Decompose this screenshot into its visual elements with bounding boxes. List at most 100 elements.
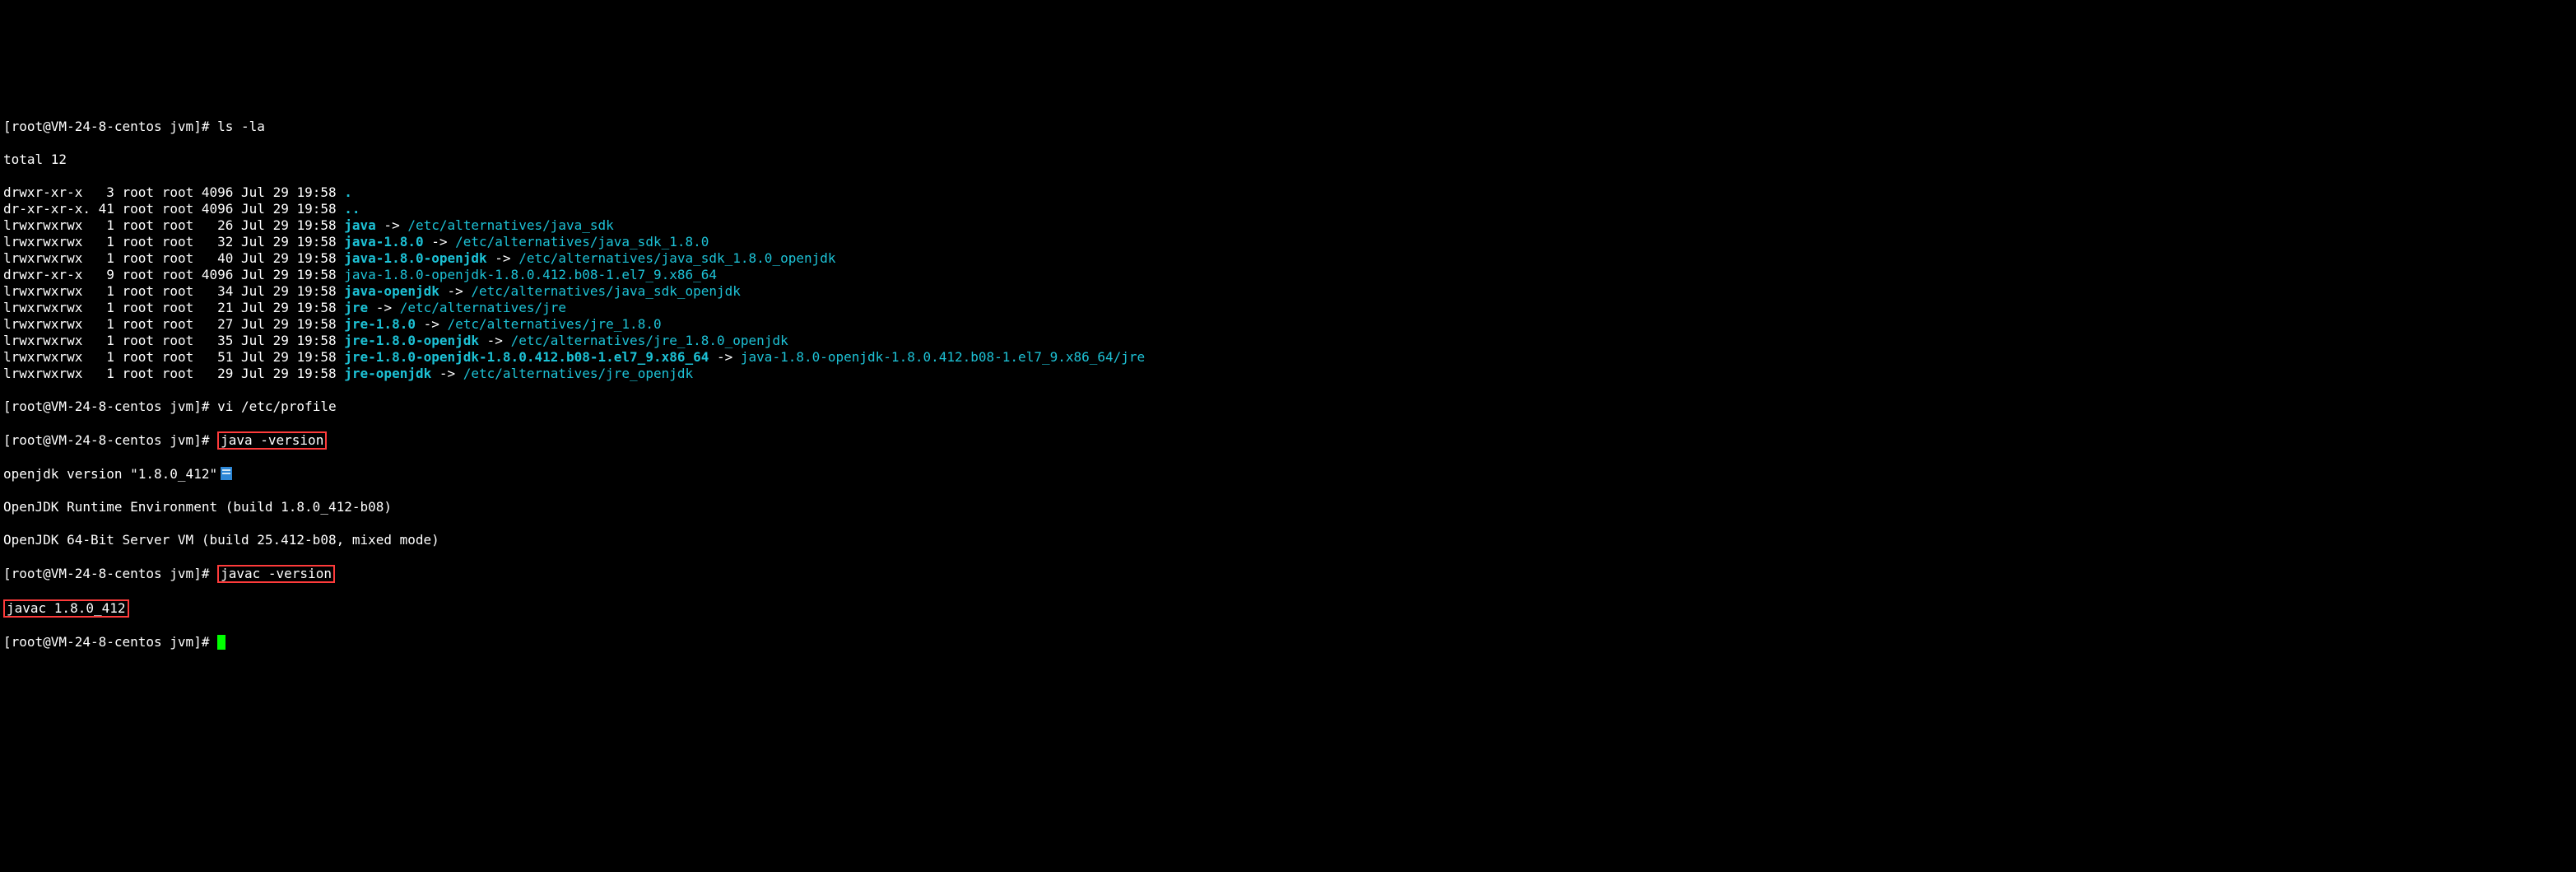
size: 35 (202, 333, 234, 348)
linkcount: 1 (99, 217, 114, 233)
owner: root (123, 300, 155, 315)
symlink-target: /etc/alternatives/java_sdk_1.8.0 (455, 234, 709, 249)
linkcount: 3 (99, 184, 114, 200)
group: root (162, 267, 194, 282)
cmd-line-idle: [root@VM-24-8-centos jvm]# (3, 634, 2576, 651)
perm: lrwxrwxrwx (3, 349, 91, 365)
date: Jul 29 19:58 (241, 184, 337, 200)
ls-entry: lrwxrwxrwx 1 root root 35 Jul 29 19:58 j… (3, 333, 2576, 349)
ls-entry: dr-xr-xr-x. 41 root root 4096 Jul 29 19:… (3, 201, 2576, 217)
filename: java-1.8.0 (344, 234, 423, 249)
perm: dr-xr-xr-x. (3, 201, 91, 217)
size: 4096 (202, 201, 234, 217)
symlink-arrow: -> (424, 234, 456, 249)
owner: root (123, 267, 155, 282)
terminal[interactable]: [root@VM-24-8-centos jvm]# ls -la total … (0, 82, 2576, 667)
symlink-arrow: -> (431, 366, 463, 381)
group: root (162, 316, 194, 332)
filename: . (344, 184, 352, 200)
java-version-line-3: OpenJDK 64-Bit Server VM (build 25.412-b… (3, 532, 2576, 548)
size: 51 (202, 349, 234, 365)
size: 26 (202, 217, 234, 233)
highlight-box: javac -version (217, 565, 335, 583)
cursor-block (217, 635, 226, 650)
owner: root (123, 316, 155, 332)
group: root (162, 184, 194, 200)
date: Jul 29 19:58 (241, 234, 337, 249)
group: root (162, 250, 194, 266)
linkcount: 41 (99, 201, 114, 217)
owner: root (123, 201, 155, 217)
javac-version-output: javac 1.8.0_412 (3, 599, 2576, 618)
filename: jre-1.8.0-openjdk (344, 333, 479, 348)
size: 21 (202, 300, 234, 315)
group: root (162, 333, 194, 348)
symlink-arrow: -> (709, 349, 741, 365)
linkcount: 1 (99, 300, 114, 315)
ls-entry: drwxr-xr-x 3 root root 4096 Jul 29 19:58… (3, 184, 2576, 201)
group: root (162, 283, 194, 299)
date: Jul 29 19:58 (241, 300, 337, 315)
command-text: javac -version (221, 566, 332, 581)
ls-entry: lrwxrwxrwx 1 root root 29 Jul 29 19:58 j… (3, 366, 2576, 382)
group: root (162, 366, 194, 381)
owner: root (123, 234, 155, 249)
ls-entry: lrwxrwxrwx 1 root root 34 Jul 29 19:58 j… (3, 283, 2576, 300)
filename: jre-openjdk (344, 366, 431, 381)
size: 40 (202, 250, 234, 266)
linkcount: 1 (99, 333, 114, 348)
symlink-target: /etc/alternatives/jre_1.8.0_openjdk (511, 333, 788, 348)
cmd-line-java-version: [root@VM-24-8-centos jvm]# java -version (3, 431, 2576, 450)
filename: jre-1.8.0 (344, 316, 416, 332)
perm: lrwxrwxrwx (3, 283, 91, 299)
linkcount: 1 (99, 366, 114, 381)
size: 32 (202, 234, 234, 249)
date: Jul 29 19:58 (241, 283, 337, 299)
filename: java-1.8.0-openjdk (344, 250, 486, 266)
symlink-target: java-1.8.0-openjdk-1.8.0.412.b08-1.el7_9… (741, 349, 1145, 365)
symlink-target: /etc/alternatives/java_sdk_1.8.0_openjdk (518, 250, 835, 266)
owner: root (123, 250, 155, 266)
symlink-target: /etc/alternatives/jre (400, 300, 566, 315)
linkcount: 1 (99, 250, 114, 266)
owner: root (123, 366, 155, 381)
java-version-line-1: openjdk version "1.8.0_412" (3, 466, 2576, 483)
symlink-arrow: -> (376, 217, 408, 233)
page-icon (221, 467, 232, 480)
date: Jul 29 19:58 (241, 201, 337, 217)
ls-entry: lrwxrwxrwx 1 root root 51 Jul 29 19:58 j… (3, 349, 2576, 366)
symlink-target: /etc/alternatives/jre_openjdk (463, 366, 693, 381)
symlink-arrow: -> (479, 333, 511, 348)
highlight-box: java -version (217, 431, 327, 450)
cmd-line-ls: [root@VM-24-8-centos jvm]# ls -la (3, 119, 2576, 135)
prompt: [root@VM-24-8-centos jvm]# (3, 119, 209, 134)
perm: lrwxrwxrwx (3, 250, 91, 266)
perm: lrwxrwxrwx (3, 333, 91, 348)
filename: jre-1.8.0-openjdk-1.8.0.412.b08-1.el7_9.… (344, 349, 709, 365)
filename: .. (344, 201, 360, 217)
date: Jul 29 19:58 (241, 333, 337, 348)
group: root (162, 349, 194, 365)
symlink-arrow: -> (368, 300, 400, 315)
ls-entry: lrwxrwxrwx 1 root root 21 Jul 29 19:58 j… (3, 300, 2576, 316)
symlink-target: /etc/alternatives/java_sdk (407, 217, 613, 233)
cmd-line-javac-version: [root@VM-24-8-centos jvm]# javac -versio… (3, 565, 2576, 583)
perm: drwxr-xr-x (3, 267, 91, 282)
linkcount: 1 (99, 283, 114, 299)
owner: root (123, 283, 155, 299)
group: root (162, 234, 194, 249)
owner: root (123, 217, 155, 233)
command-text: java -version (221, 432, 323, 448)
perm: lrwxrwxrwx (3, 316, 91, 332)
linkcount: 1 (99, 316, 114, 332)
symlink-arrow: -> (439, 283, 472, 299)
filename: java (344, 217, 376, 233)
group: root (162, 300, 194, 315)
date: Jul 29 19:58 (241, 366, 337, 381)
command-text: ls -la (217, 119, 265, 134)
owner: root (123, 184, 155, 200)
perm: lrwxrwxrwx (3, 234, 91, 249)
java-version-line-2: OpenJDK Runtime Environment (build 1.8.0… (3, 499, 2576, 515)
filename: java-1.8.0-openjdk-1.8.0.412.b08-1.el7_9… (344, 267, 717, 282)
prompt: [root@VM-24-8-centos jvm]# (3, 634, 209, 650)
